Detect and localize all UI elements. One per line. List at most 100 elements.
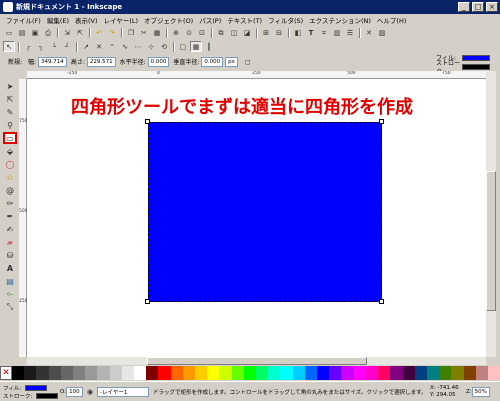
- rx-input[interactable]: 0.000: [147, 56, 170, 67]
- layer-visibility-icon[interactable]: ◉: [84, 386, 96, 397]
- resize-handle-bottom-left[interactable]: [145, 299, 150, 304]
- snap-rotation-icon[interactable]: ⟲: [158, 41, 170, 52]
- connector-tool-icon[interactable]: ⟜: [3, 288, 17, 300]
- menu-filters[interactable]: フィルタ(S): [265, 15, 306, 25]
- snap-enable-icon[interactable]: ↖: [3, 41, 15, 52]
- zoom-selection-icon[interactable]: ⊕: [170, 28, 182, 39]
- palette-swatch[interactable]: [219, 366, 232, 380]
- align-icon[interactable]: ▥: [331, 28, 343, 39]
- menu-extensions[interactable]: エクステンション(N): [306, 15, 374, 25]
- palette-swatch[interactable]: [463, 366, 476, 380]
- palette-swatch[interactable]: [426, 366, 440, 380]
- unlink-icon[interactable]: ◪: [241, 28, 253, 39]
- palette-swatch[interactable]: [97, 366, 110, 380]
- blue-rectangle[interactable]: [148, 122, 382, 302]
- palette-swatch[interactable]: [243, 366, 257, 380]
- snap-bbox-icon[interactable]: ┌: [22, 41, 34, 52]
- snap-midpoint-icon[interactable]: ⋯: [132, 41, 144, 52]
- paste-icon[interactable]: ▦: [151, 28, 163, 39]
- palette-swatch[interactable]: [317, 366, 330, 380]
- palette-swatch[interactable]: [402, 366, 415, 380]
- copy-icon[interactable]: ❐: [125, 28, 137, 39]
- calligraphy-tool-icon[interactable]: ✍: [3, 223, 17, 235]
- minimize-button[interactable]: _: [458, 2, 470, 12]
- menu-file[interactable]: ファイル(F): [3, 15, 44, 25]
- horizontal-scroll-thumb[interactable]: [147, 357, 367, 365]
- palette-swatch[interactable]: [12, 366, 25, 380]
- vertical-scrollbar[interactable]: [486, 71, 496, 357]
- xml-editor-icon[interactable]: ⌗: [318, 28, 330, 39]
- palette-swatch[interactable]: [121, 366, 135, 380]
- redo-icon[interactable]: ↷: [106, 28, 118, 39]
- fill-stroke-icon[interactable]: ◧: [292, 28, 304, 39]
- menu-view[interactable]: 表示(V): [72, 15, 101, 25]
- palette-swatch[interactable]: [329, 366, 342, 380]
- snap-bbox-corner-icon[interactable]: └: [48, 41, 60, 52]
- text-tool-icon[interactable]: T: [305, 28, 317, 39]
- text-tool-icon[interactable]: A: [3, 262, 17, 274]
- star-tool-icon[interactable]: ✩: [3, 171, 17, 183]
- export-icon[interactable]: ⇱: [74, 28, 86, 39]
- snap-paths-icon[interactable]: ↗: [80, 41, 92, 52]
- palette-swatch[interactable]: [390, 366, 403, 380]
- palette-swatch[interactable]: [146, 366, 159, 380]
- palette-swatch[interactable]: [158, 366, 171, 380]
- no-color-swatch[interactable]: ✕: [0, 366, 12, 380]
- group-icon[interactable]: ⊞: [260, 28, 272, 39]
- vertical-scroll-thumb[interactable]: [486, 171, 496, 311]
- snap-bbox-edge-icon[interactable]: ┐: [35, 41, 47, 52]
- palette-swatch[interactable]: [353, 366, 366, 380]
- palette-swatch[interactable]: [451, 366, 464, 380]
- ry-input[interactable]: 0.000: [201, 56, 224, 67]
- fill-swatch[interactable]: [462, 54, 490, 61]
- open-icon[interactable]: ▤: [16, 28, 28, 39]
- zoom-page-icon[interactable]: ⊡: [196, 28, 208, 39]
- palette-swatch[interactable]: [73, 366, 86, 380]
- node-tool-icon[interactable]: ⇱: [3, 93, 17, 105]
- resize-handle-top-left[interactable]: [145, 119, 150, 124]
- status-stroke-swatch[interactable]: [36, 392, 59, 399]
- palette-swatch[interactable]: [378, 366, 391, 380]
- snap-smooth-icon[interactable]: ∿: [119, 41, 131, 52]
- snap-nodes-icon[interactable]: ┘: [61, 41, 73, 52]
- 3d-box-tool-icon[interactable]: ⬙: [3, 145, 17, 157]
- save-icon[interactable]: ▣: [29, 28, 41, 39]
- opacity-input[interactable]: 100: [66, 386, 83, 397]
- menu-edit[interactable]: 編集(E): [44, 15, 72, 25]
- palette-swatch[interactable]: [182, 366, 196, 380]
- document-settings-icon[interactable]: ▨: [376, 28, 388, 39]
- select-tool-icon[interactable]: ➤: [3, 80, 17, 92]
- palette-swatch[interactable]: [292, 366, 305, 380]
- bucket-tool-icon[interactable]: ⛁: [3, 249, 17, 261]
- unit-select[interactable]: px: [225, 56, 238, 67]
- menu-path[interactable]: パス(P): [196, 15, 224, 25]
- undo-icon[interactable]: ↶: [93, 28, 105, 39]
- zoom-input[interactable]: 50%: [471, 386, 490, 397]
- palette-swatch[interactable]: [487, 366, 500, 380]
- palette-swatch[interactable]: [365, 366, 379, 380]
- palette-swatch[interactable]: [268, 366, 281, 380]
- palette-swatch[interactable]: [256, 366, 269, 380]
- print-icon[interactable]: ⎙: [42, 28, 54, 39]
- clone-icon[interactable]: ◫: [228, 28, 240, 39]
- palette-swatch[interactable]: [304, 366, 318, 380]
- palette-swatch[interactable]: [207, 366, 220, 380]
- snap-center-icon[interactable]: ⊹: [145, 41, 157, 52]
- cut-icon[interactable]: ✂: [138, 28, 150, 39]
- palette-swatch[interactable]: [280, 366, 293, 380]
- palette-swatch[interactable]: [134, 366, 147, 380]
- palette-swatch[interactable]: [231, 366, 244, 380]
- tweak-tool-icon[interactable]: ✎: [3, 106, 17, 118]
- preferences-icon[interactable]: ☰: [344, 28, 356, 39]
- duplicate-icon[interactable]: ⧉: [215, 28, 227, 39]
- status-fill-swatch[interactable]: [25, 384, 48, 391]
- resize-handle-top-right[interactable]: [379, 119, 384, 124]
- menu-help[interactable]: ヘルプ(H): [374, 15, 409, 25]
- palette-swatch[interactable]: [85, 366, 98, 380]
- layer-select[interactable]: -レイヤー1: [97, 386, 149, 397]
- gradient-tool-icon[interactable]: ▤: [3, 275, 17, 287]
- rectangle-tool-icon[interactable]: ▭: [3, 132, 17, 144]
- horizontal-scrollbar[interactable]: [27, 357, 486, 365]
- width-input[interactable]: 349.714: [38, 56, 67, 67]
- palette-swatch[interactable]: [170, 366, 183, 380]
